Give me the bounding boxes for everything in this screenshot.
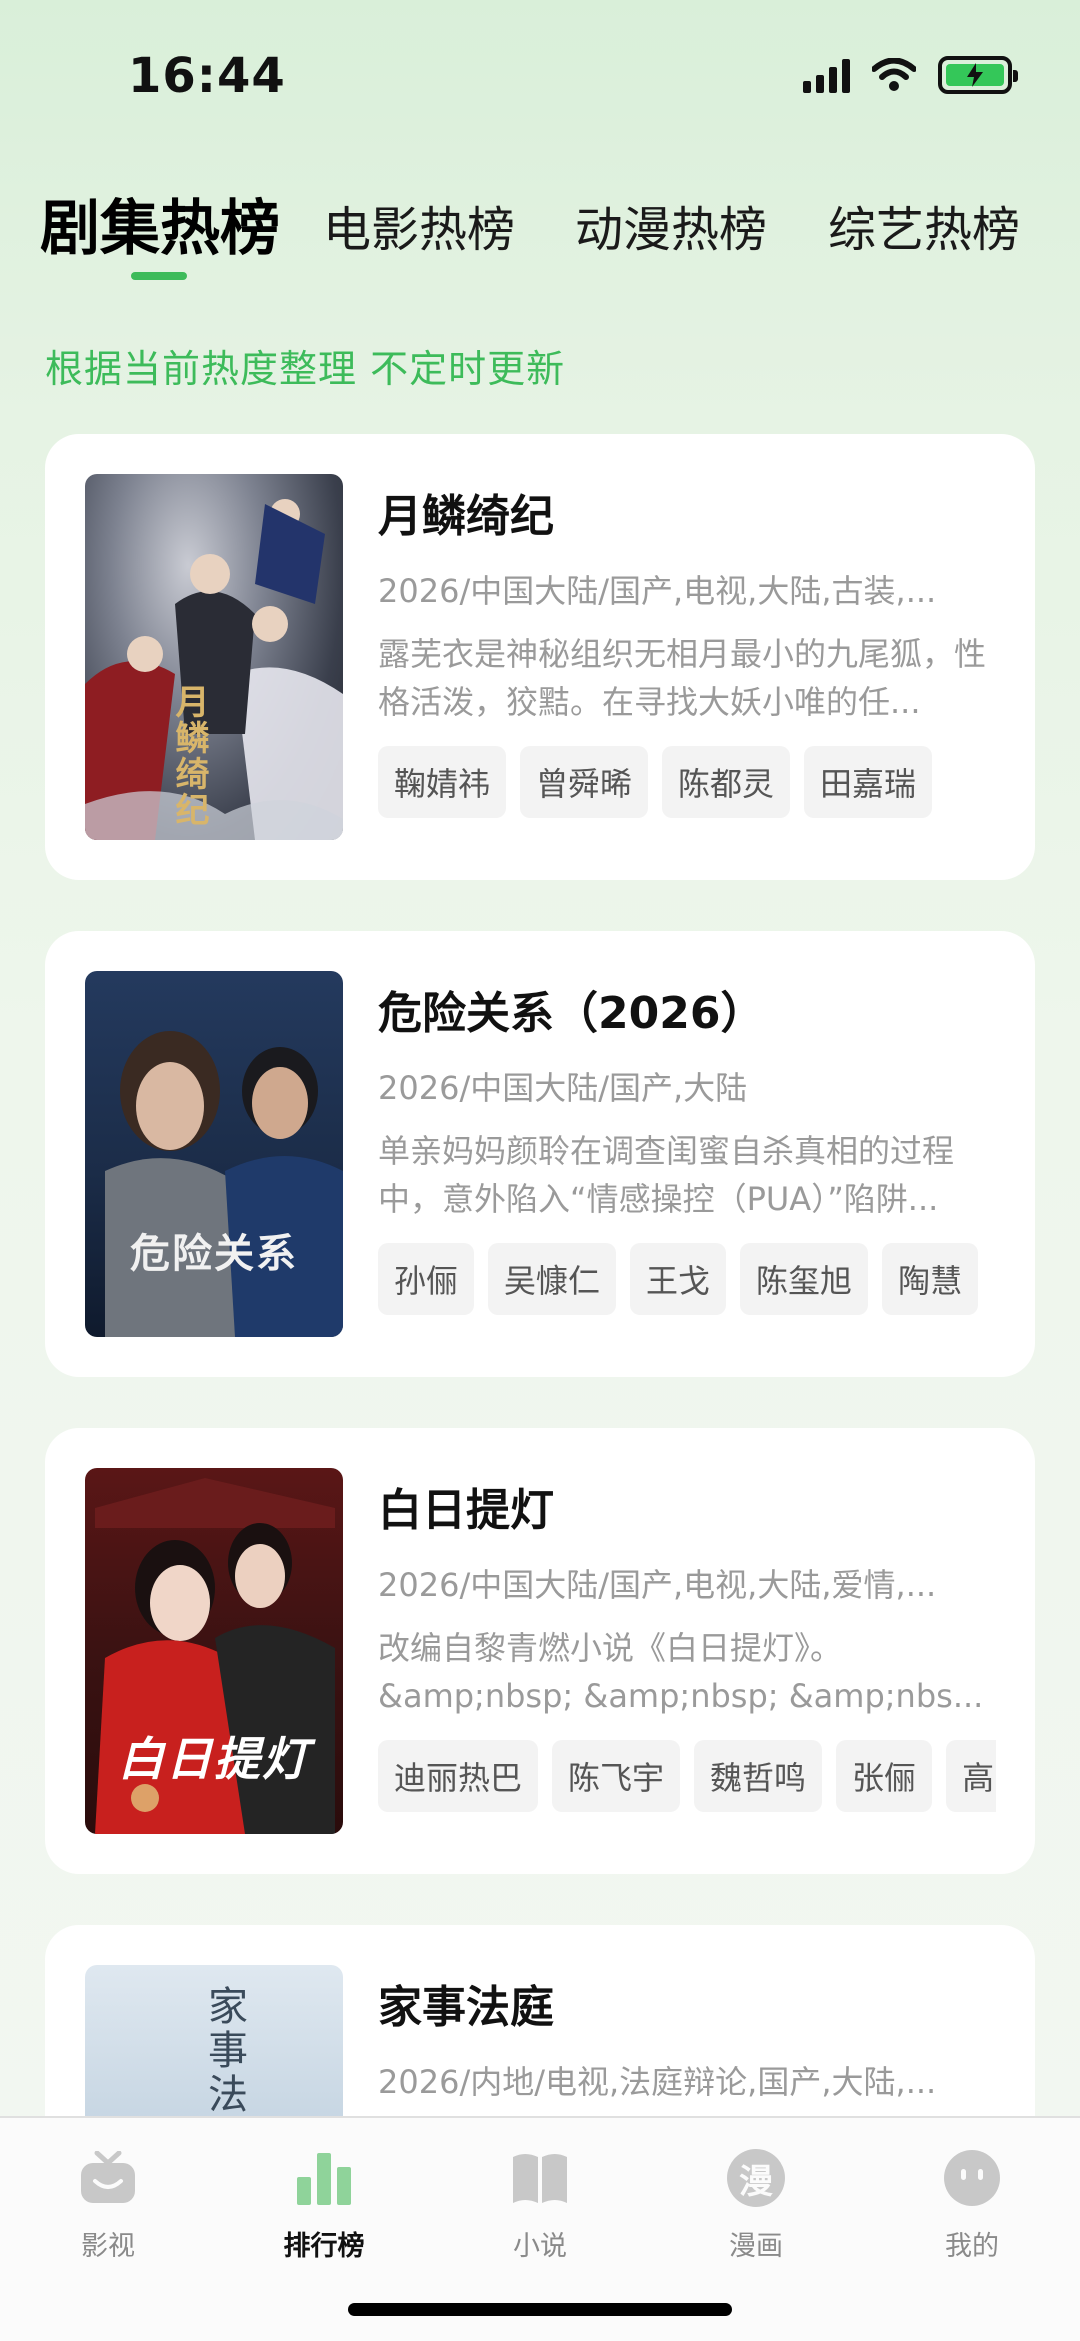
poster-image: 危险关系: [85, 971, 343, 1337]
card-description: 露芜衣是神秘组织无相月最小的九尾狐，性格活泼，狡黠。在寻找大妖小唯的任...: [378, 635, 987, 721]
card-title: 危险关系（2026）: [378, 988, 765, 1039]
card-meta: 2026/内地/电视,法庭辩论,国产,大陆,...: [378, 2063, 937, 2101]
card-meta: 2026/中国大陆/国产,电视,大陆,古装,...: [378, 572, 937, 610]
cast-chip[interactable]: 陈飞宇: [552, 1740, 681, 1812]
cast-list: 迪丽热巴 陈飞宇 魏哲鸣 张俪 高: [378, 1740, 996, 1812]
cast-chip[interactable]: 高: [946, 1740, 996, 1812]
poster-title-art: 危险关系: [130, 1231, 298, 1277]
nav-label: 排行榜: [283, 2231, 365, 2262]
nav-item-tv[interactable]: 影视: [28, 2148, 188, 2263]
home-indicator: [348, 2303, 732, 2316]
status-icons: [803, 56, 1018, 94]
tab-variety[interactable]: 综艺热榜: [828, 190, 1020, 260]
nav-label: 小说: [513, 2231, 567, 2262]
poster-image: 白日提灯: [85, 1468, 343, 1834]
nav-label: 影视: [81, 2231, 135, 2262]
card-title: 月鳞绮纪: [378, 491, 554, 542]
drama-card[interactable]: 白日提灯 白日提灯 2026/中国大陆/国产,电视,大陆,爱情,... 改编自黎…: [45, 1428, 1035, 1874]
cast-chip[interactable]: 魏哲鸣: [694, 1740, 823, 1812]
cellular-signal-icon: [803, 57, 850, 93]
tv-icon: [78, 2148, 138, 2208]
cast-chip[interactable]: 张俪: [836, 1740, 933, 1812]
ranking-subtitle: 根据当前热度整理 不定时更新: [45, 347, 566, 391]
drama-card[interactable]: 危险关系 危险关系（2026） 2026/中国大陆/国产,大陆 单亲妈妈颜聆在调…: [45, 931, 1035, 1377]
nav-label: 我的: [945, 2231, 999, 2262]
nav-item-novel[interactable]: 小说: [460, 2148, 620, 2263]
book-icon: [510, 2148, 570, 2208]
poster-title-art: 月鳞绮纪: [169, 684, 209, 828]
nav-item-comic[interactable]: 漫 漫画: [676, 2148, 836, 2263]
wifi-icon: [872, 58, 916, 91]
cast-chip[interactable]: 曾舜晞: [520, 746, 649, 818]
card-description: 单亲妈妈颜聆在调查闺蜜自杀真相的过程中，意外陷入“情感操控（PUA）”陷阱...: [378, 1132, 955, 1218]
nav-item-profile[interactable]: 我的: [892, 2148, 1052, 2263]
bar-chart-icon: [294, 2148, 354, 2208]
active-tab-indicator: [131, 272, 187, 280]
cast-list: 孙俪 吴慷仁 王戈 陈玺旭 陶慧: [378, 1243, 996, 1315]
card-title: 白日提灯: [378, 1485, 554, 1536]
tab-anime[interactable]: 动漫热榜: [575, 190, 767, 260]
battery-icon: [938, 56, 1018, 94]
cast-chip[interactable]: 迪丽热巴: [378, 1740, 539, 1812]
card-meta: 2026/中国大陆/国产,大陆: [378, 1069, 748, 1107]
nav-item-ranking[interactable]: 排行榜: [244, 2148, 404, 2263]
card-title: 家事法庭: [378, 1982, 554, 2033]
drama-card[interactable]: 月鳞绮纪 月鳞绮纪 2026/中国大陆/国产,电视,大陆,古装,... 露芜衣是…: [45, 434, 1035, 880]
cast-chip[interactable]: 陈都灵: [662, 746, 791, 818]
poster-title-art: 白日提灯: [118, 1732, 310, 1786]
cast-chip[interactable]: 陶慧: [882, 1243, 979, 1315]
nav-label: 漫画: [729, 2231, 783, 2262]
comic-icon: 漫: [726, 2148, 786, 2208]
poster-image: 月鳞绮纪: [85, 474, 343, 840]
card-description: 改编自黎青燃小说《白日提灯》。&amp;nbsp; &amp;nbsp; &am…: [378, 1629, 984, 1715]
cast-chip[interactable]: 田嘉瑞: [804, 746, 933, 818]
cast-chip[interactable]: 鞠婧祎: [378, 746, 507, 818]
cast-chip[interactable]: 王戈: [630, 1243, 727, 1315]
cast-list: 鞠婧祎 曾舜晞 陈都灵 田嘉瑞: [378, 746, 996, 818]
card-meta: 2026/中国大陆/国产,电视,大陆,爱情,...: [378, 1566, 937, 1604]
cast-chip[interactable]: 吴慷仁: [488, 1243, 617, 1315]
status-time: 16:44: [128, 48, 286, 104]
cast-chip[interactable]: 陈玺旭: [740, 1243, 869, 1315]
status-bar: 16:44: [0, 0, 1080, 150]
cast-chip[interactable]: 孙俪: [378, 1243, 475, 1315]
tab-tv-series[interactable]: 剧集热榜: [40, 180, 280, 267]
tab-movies[interactable]: 电影热榜: [323, 190, 515, 260]
profile-icon: [942, 2148, 1002, 2208]
